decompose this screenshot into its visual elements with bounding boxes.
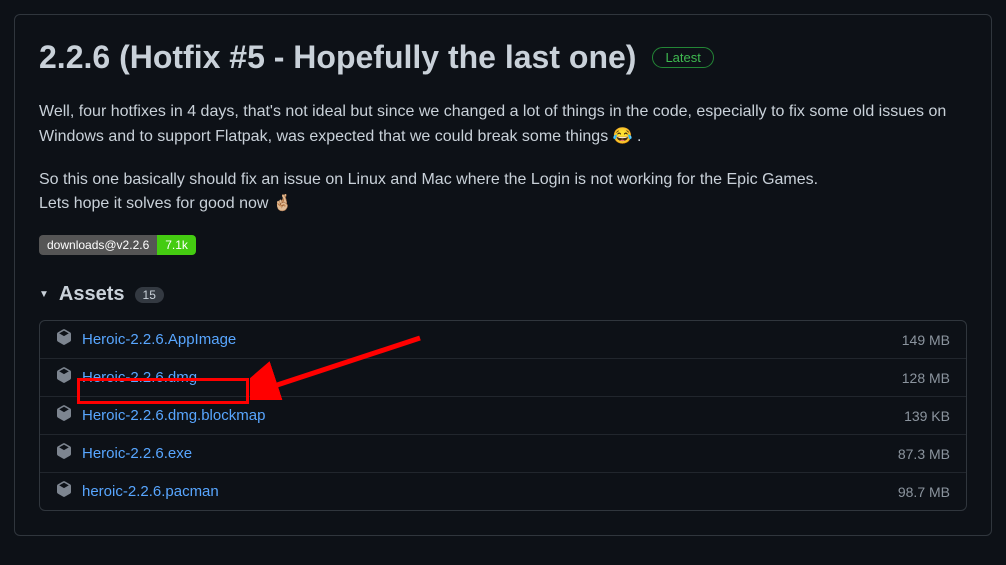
asset-row: Heroic-2.2.6.dmg 128 MB: [40, 358, 966, 396]
release-header: 2.2.6 (Hotfix #5 - Hopefully the last on…: [39, 39, 967, 76]
asset-size: 149 MB: [902, 332, 950, 348]
assets-toggle[interactable]: ▼ Assets 15: [39, 283, 967, 306]
package-icon: [56, 405, 72, 426]
package-icon: [56, 329, 72, 350]
asset-row: heroic-2.2.6.pacman 98.7 MB: [40, 472, 966, 510]
downloads-badge-label: downloads@v2.2.6: [39, 235, 157, 255]
asset-row: Heroic-2.2.6.exe 87.3 MB: [40, 434, 966, 472]
asset-link[interactable]: Heroic-2.2.6.dmg: [82, 369, 902, 386]
downloads-badge[interactable]: downloads@v2.2.6 7.1k: [39, 235, 196, 255]
package-icon: [56, 367, 72, 388]
release-title: 2.2.6 (Hotfix #5 - Hopefully the last on…: [39, 39, 636, 76]
asset-link[interactable]: heroic-2.2.6.pacman: [82, 483, 898, 500]
asset-link[interactable]: Heroic-2.2.6.dmg.blockmap: [82, 407, 904, 424]
package-icon: [56, 481, 72, 502]
release-card: 2.2.6 (Hotfix #5 - Hopefully the last on…: [14, 14, 992, 536]
asset-row: Heroic-2.2.6.AppImage 149 MB: [40, 321, 966, 358]
asset-size: 128 MB: [902, 370, 950, 386]
latest-badge: Latest: [652, 47, 713, 68]
emoji-tears-of-joy: 😂: [613, 128, 633, 145]
downloads-badge-count: 7.1k: [157, 235, 196, 255]
asset-size: 98.7 MB: [898, 484, 950, 500]
release-paragraph-2: So this one basically should fix an issu…: [39, 168, 967, 218]
asset-size: 87.3 MB: [898, 446, 950, 462]
asset-link[interactable]: Heroic-2.2.6.AppImage: [82, 331, 902, 348]
asset-link[interactable]: Heroic-2.2.6.exe: [82, 445, 898, 462]
release-paragraph-1: Well, four hotfixes in 4 days, that's no…: [39, 100, 967, 150]
release-body: Well, four hotfixes in 4 days, that's no…: [39, 100, 967, 217]
assets-count: 15: [135, 287, 164, 303]
asset-size: 139 KB: [904, 408, 950, 424]
package-icon: [56, 443, 72, 464]
asset-row: Heroic-2.2.6.dmg.blockmap 139 KB: [40, 396, 966, 434]
assets-heading: Assets: [59, 283, 125, 306]
assets-list: Heroic-2.2.6.AppImage 149 MB Heroic-2.2.…: [39, 320, 967, 511]
caret-down-icon: ▼: [39, 289, 49, 300]
